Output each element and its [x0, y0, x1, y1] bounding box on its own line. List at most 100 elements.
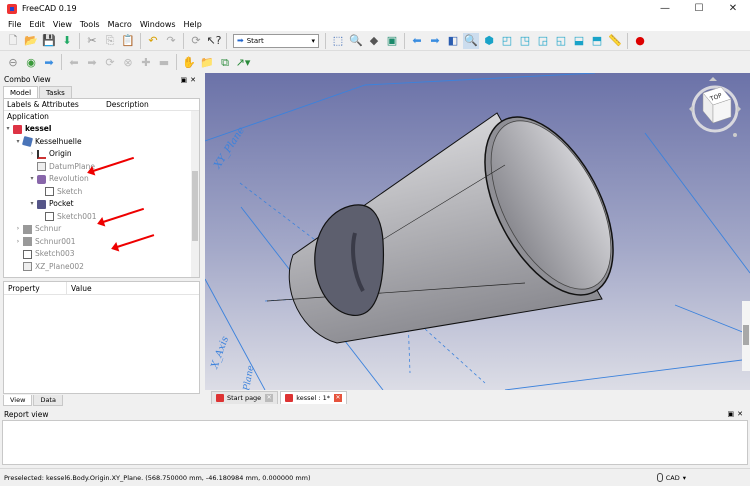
- expand-arrow-icon[interactable]: ▾: [28, 198, 36, 211]
- 3d-scene[interactable]: XY_Plane X_Axis Plane TOP: [205, 73, 750, 390]
- paste-icon[interactable]: 📋: [120, 33, 136, 49]
- prop-header-value[interactable]: Value: [67, 282, 92, 294]
- expand-arrow-icon[interactable]: ▾: [28, 173, 36, 186]
- expand-arrow-icon[interactable]: ›: [14, 223, 22, 236]
- undo-icon[interactable]: ↶: [145, 33, 161, 49]
- view-top-icon[interactable]: ◳: [517, 33, 533, 49]
- view-front-icon[interactable]: ◰: [499, 33, 515, 49]
- copy-icon[interactable]: ⎘: [102, 33, 118, 49]
- tree-item-origin[interactable]: › Origin: [4, 148, 199, 161]
- view-right-icon[interactable]: ◲: [535, 33, 551, 49]
- minimize-button[interactable]: —: [648, 0, 682, 17]
- link-icon[interactable]: ⧉: [217, 54, 233, 70]
- macro-record-icon[interactable]: ●: [632, 33, 648, 49]
- tree-item-schnur001[interactable]: › Schnur001: [4, 236, 199, 249]
- workbench-selector[interactable]: ➡ Start ▾: [233, 33, 319, 48]
- view-rear-icon[interactable]: ◱: [553, 33, 569, 49]
- new-document-icon[interactable]: 🗋: [5, 33, 21, 49]
- tree-item-sketch[interactable]: Sketch: [4, 186, 199, 199]
- view-bottom-icon[interactable]: ⬓: [571, 33, 587, 49]
- whats-this-icon[interactable]: ↖?: [206, 33, 222, 49]
- tree-section-application: Application: [7, 112, 49, 121]
- tree-item-pocket[interactable]: ▾ Pocket: [4, 198, 199, 211]
- tree-header-labels[interactable]: Labels & Attributes: [4, 99, 106, 110]
- link-actions-icon[interactable]: ↗▾: [235, 54, 251, 70]
- tree-item-kesselhuelle[interactable]: ▾ Kesselhuelle: [4, 136, 199, 149]
- tree-item-kessel[interactable]: ▾ kessel: [4, 123, 199, 136]
- menu-tools[interactable]: Tools: [76, 20, 104, 29]
- nav-forward-icon[interactable]: ➡: [84, 54, 100, 70]
- freecad-logo-icon: [7, 3, 17, 14]
- menu-macro[interactable]: Macro: [104, 20, 136, 29]
- report-output[interactable]: [2, 420, 748, 465]
- close-tab-icon[interactable]: ✕: [334, 394, 343, 402]
- fit-selection-icon[interactable]: 🔍: [348, 33, 364, 49]
- tab-model[interactable]: Model: [3, 86, 39, 98]
- home-icon[interactable]: ◉: [23, 54, 39, 70]
- nav-back-icon[interactable]: ⬅: [66, 54, 82, 70]
- stop-icon[interactable]: ⊖: [5, 54, 21, 70]
- menu-bar: File Edit View Tools Macro Windows Help: [0, 17, 750, 31]
- part-icon[interactable]: ✋: [181, 54, 197, 70]
- combo-view: Combo View ▣✕ Model Tasks Labels & Attri…: [0, 73, 203, 406]
- tree-item-sketch003[interactable]: Sketch003: [4, 248, 199, 261]
- forward-icon[interactable]: ➡: [427, 33, 443, 49]
- fit-all-icon[interactable]: ⬚: [330, 33, 346, 49]
- refresh-icon[interactable]: ⟳: [188, 33, 204, 49]
- tree-header-description[interactable]: Description: [106, 99, 149, 110]
- expand-arrow-icon[interactable]: ›: [28, 148, 36, 161]
- viewport-scrollbar[interactable]: [742, 301, 750, 371]
- bounding-box-icon[interactable]: ▣: [384, 33, 400, 49]
- group-icon[interactable]: 📁: [199, 54, 215, 70]
- reload-icon[interactable]: ⟳: [102, 54, 118, 70]
- close-tab-icon[interactable]: ✕: [265, 394, 274, 402]
- expand-arrow-icon[interactable]: ▾: [14, 136, 22, 149]
- tab-view[interactable]: View: [3, 395, 33, 406]
- freecad-icon: [285, 394, 294, 402]
- view-left-icon[interactable]: ⬒: [589, 33, 605, 49]
- view-isometric-icon[interactable]: ⬢: [481, 33, 497, 49]
- go-icon[interactable]: ➡: [41, 54, 57, 70]
- tab-data[interactable]: Data: [33, 395, 63, 406]
- measure-icon[interactable]: 📏: [607, 33, 623, 49]
- revolution-icon: [37, 174, 46, 184]
- expand-arrow-icon[interactable]: ›: [14, 236, 22, 249]
- menu-view[interactable]: View: [49, 20, 76, 29]
- panel-float-close-icon[interactable]: ▣✕: [728, 410, 746, 418]
- redo-icon[interactable]: ↷: [163, 33, 179, 49]
- report-view: Report view ▣✕: [0, 408, 750, 466]
- menu-file[interactable]: File: [4, 20, 25, 29]
- tree-item-revolution[interactable]: ▾ Revolution: [4, 173, 199, 186]
- prop-header-property[interactable]: Property: [4, 282, 67, 294]
- zoom-icon[interactable]: 🔍: [463, 32, 479, 49]
- tab-start-page[interactable]: Start page ✕: [211, 391, 279, 404]
- menu-edit[interactable]: Edit: [25, 20, 49, 29]
- zoom-out-icon[interactable]: ▬: [156, 54, 172, 70]
- draw-style-icon[interactable]: ◆: [366, 33, 382, 49]
- save-icon[interactable]: 💾: [41, 33, 57, 49]
- open-folder-icon[interactable]: 📂: [23, 33, 39, 49]
- expand-arrow-icon[interactable]: ▾: [4, 123, 12, 136]
- 3d-viewport[interactable]: XY_Plane X_Axis Plane TOP: [205, 73, 750, 390]
- zoom-in-icon[interactable]: ✚: [138, 54, 154, 70]
- close-button[interactable]: ✕: [716, 0, 750, 17]
- save-as-icon[interactable]: ⬇: [59, 33, 75, 49]
- pocket-icon: [37, 199, 46, 209]
- cut-icon[interactable]: ✂: [84, 33, 100, 49]
- plane-icon: [23, 262, 32, 272]
- menu-windows[interactable]: Windows: [136, 20, 180, 29]
- document-tabs: Start page ✕ kessel : 1* ✕: [205, 390, 750, 404]
- back-icon[interactable]: ⬅: [409, 33, 425, 49]
- tab-kessel[interactable]: kessel : 1* ✕: [280, 391, 348, 404]
- menu-help[interactable]: Help: [180, 20, 206, 29]
- tree-scrollbar[interactable]: [191, 111, 199, 277]
- std-views-icon[interactable]: ◧: [445, 33, 461, 49]
- stop-loading-icon[interactable]: ⊗: [120, 54, 136, 70]
- navcube-menu-icon[interactable]: [733, 133, 737, 137]
- tab-tasks[interactable]: Tasks: [39, 86, 72, 98]
- maximize-button[interactable]: ☐: [682, 0, 716, 17]
- navigation-style-selector[interactable]: CAD ▾: [656, 473, 686, 482]
- tree-item-xz-plane002[interactable]: XZ_Plane002: [4, 261, 199, 274]
- datum-plane-icon: [37, 162, 46, 172]
- panel-float-close-icon[interactable]: ▣✕: [181, 76, 199, 84]
